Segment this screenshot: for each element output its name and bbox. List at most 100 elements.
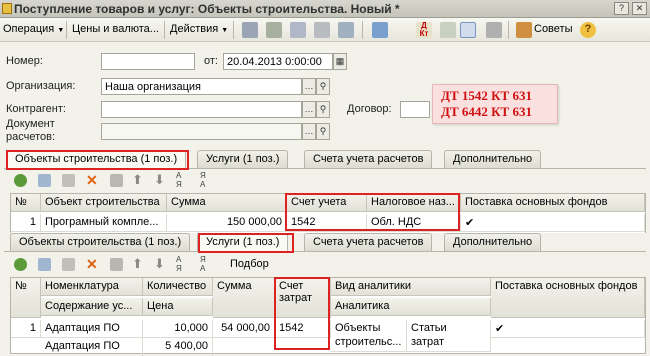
col-header-fixed-assets[interactable]: Поставка основных фондов <box>491 278 645 318</box>
note-line1: ДТ 1542 КТ 631 <box>441 88 532 103</box>
sort-asc-icon[interactable]: АЯ <box>176 171 182 189</box>
actions-label: Действия <box>170 23 219 35</box>
actions-menu[interactable]: Действия ▼ <box>170 23 228 35</box>
list-icon[interactable] <box>314 22 330 38</box>
add-icon[interactable] <box>14 174 27 187</box>
col-header-num[interactable]: № <box>11 278 41 318</box>
refresh-icon[interactable] <box>338 22 354 38</box>
highlight-tab-services <box>198 233 294 253</box>
posting-note: ДТ 1542 КТ 631 ДТ 6442 КТ 631 <box>432 84 558 124</box>
col-header-object[interactable]: Объект строительства <box>41 194 167 212</box>
help-icon[interactable]: ? <box>614 2 629 15</box>
col-header-nomenclature[interactable]: Номенклатура <box>41 278 143 296</box>
row-sum[interactable]: 54 000,00 <box>213 320 275 338</box>
go-icon[interactable] <box>372 22 388 38</box>
row-price[interactable]: 5 400,00 <box>143 338 213 356</box>
select-icon[interactable]: … <box>302 123 316 140</box>
doc-field[interactable] <box>101 123 302 140</box>
select-icon[interactable]: … <box>302 78 316 95</box>
date-field[interactable]: 20.04.2013 0:00:00 <box>223 53 333 70</box>
tab-additional-2[interactable]: Дополнительно <box>444 233 542 251</box>
structure-icon[interactable] <box>440 22 456 38</box>
dropdown-arrow-icon: ▼ <box>57 27 65 34</box>
sort-desc-icon[interactable]: ЯА <box>200 255 206 273</box>
copy-icon[interactable] <box>38 174 51 187</box>
save-icon[interactable] <box>242 22 258 38</box>
col-header-price[interactable]: Цена <box>143 298 213 316</box>
col-header-analytics[interactable]: Аналитика <box>331 298 491 316</box>
highlight-tab-objects <box>6 150 189 170</box>
contractor-field[interactable] <box>101 101 302 118</box>
row-qty[interactable]: 10,000 <box>143 320 213 338</box>
sort-desc-icon[interactable]: ЯА <box>200 171 206 189</box>
tab-services[interactable]: Услуги (1 поз.) <box>197 150 289 168</box>
grid2-toolbar: ✕ ⬆ ⬇ АЯ ЯА Подбор <box>4 255 646 275</box>
row-num: 1 <box>11 320 41 338</box>
tab-construction-objects-2[interactable]: Объекты строительства (1 поз.) <box>10 233 191 251</box>
number-field[interactable] <box>101 53 195 70</box>
row-content[interactable]: Адаптация ПО <box>41 338 143 356</box>
select-icon[interactable]: … <box>302 101 316 118</box>
close-icon[interactable]: ✕ <box>632 2 647 15</box>
highlight-cost-account-col <box>274 277 330 350</box>
print-icon[interactable] <box>266 22 282 38</box>
up-icon[interactable]: ⬆ <box>132 256 143 272</box>
operation-label: Операция <box>3 23 55 35</box>
row-object[interactable]: Програмный компле... <box>41 214 167 232</box>
dropdown-arrow-icon: ▼ <box>221 27 229 34</box>
tab-additional[interactable]: Дополнительно <box>444 150 542 168</box>
col-header-analytics-type[interactable]: Вид аналитики <box>331 278 491 296</box>
row-item[interactable]: Адаптация ПО <box>41 320 143 338</box>
date-from-label: от: <box>204 55 218 67</box>
save-row-icon[interactable] <box>110 174 123 187</box>
number-label: Номер: <box>6 55 43 67</box>
search-icon[interactable]: ⚲ <box>316 101 330 118</box>
save-row-icon[interactable] <box>110 258 123 271</box>
delete-icon[interactable]: ✕ <box>86 172 98 189</box>
down-icon[interactable]: ⬇ <box>154 172 165 188</box>
calendar-icon[interactable]: ▦ <box>333 53 347 70</box>
separator <box>164 21 165 39</box>
help-icon[interactable]: ? <box>580 22 596 38</box>
row-detail-line2[interactable]: затрат <box>407 334 491 352</box>
tab-settlement-accounts[interactable]: Счета учета расчетов <box>304 150 433 168</box>
delete-icon[interactable]: ✕ <box>86 256 98 273</box>
app-icon <box>2 3 12 14</box>
org-label: Организация: <box>6 80 76 92</box>
row-analytics-line2[interactable]: строительс... <box>331 334 407 352</box>
col-header-sum[interactable]: Сумма <box>167 194 287 212</box>
tab-settlement-accounts-2[interactable]: Счета учета расчетов <box>304 233 433 251</box>
operation-menu[interactable]: Операция ▼ <box>3 23 64 35</box>
col-header-num[interactable]: № <box>11 194 41 212</box>
advice-button[interactable]: Советы <box>534 23 572 35</box>
note-line2: ДТ 6442 КТ 631 <box>441 104 532 119</box>
separator <box>66 21 67 39</box>
advice-icon[interactable] <box>516 22 532 38</box>
sort-asc-icon[interactable]: АЯ <box>176 255 182 273</box>
table-icon[interactable] <box>486 22 502 38</box>
down-icon[interactable]: ⬇ <box>154 256 165 272</box>
filter-icon[interactable] <box>460 22 476 38</box>
add-icon[interactable] <box>14 258 27 271</box>
org-field[interactable]: Наша организация <box>101 78 302 95</box>
up-icon[interactable]: ⬆ <box>132 172 143 188</box>
search-icon[interactable]: ⚲ <box>316 78 330 95</box>
select-button[interactable]: Подбор <box>230 258 269 270</box>
prices-button[interactable]: Цены и валюта... <box>72 23 159 35</box>
row-num: 1 <box>11 214 41 232</box>
row-sum[interactable]: 150 000,00 <box>167 214 287 232</box>
col-header-fixed-assets[interactable]: Поставка основных фондов <box>461 194 645 212</box>
row-fixed-assets-check[interactable]: ✔ <box>491 320 645 338</box>
col-header-qty[interactable]: Количество <box>143 278 213 296</box>
highlight-account-col <box>285 193 460 231</box>
edit-icon[interactable] <box>62 174 75 187</box>
col-header-sum[interactable]: Сумма <box>213 278 275 318</box>
row-fixed-assets-check[interactable]: ✔ <box>461 214 645 232</box>
copy-icon[interactable] <box>38 258 51 271</box>
contract-field[interactable] <box>400 101 430 118</box>
search-icon[interactable]: ⚲ <box>316 123 330 140</box>
dt-kt-icon[interactable]: Д Кт <box>416 22 432 38</box>
col-header-content[interactable]: Содержание ус... <box>41 298 143 316</box>
edit-icon[interactable] <box>62 258 75 271</box>
copy-doc-icon[interactable] <box>290 22 306 38</box>
